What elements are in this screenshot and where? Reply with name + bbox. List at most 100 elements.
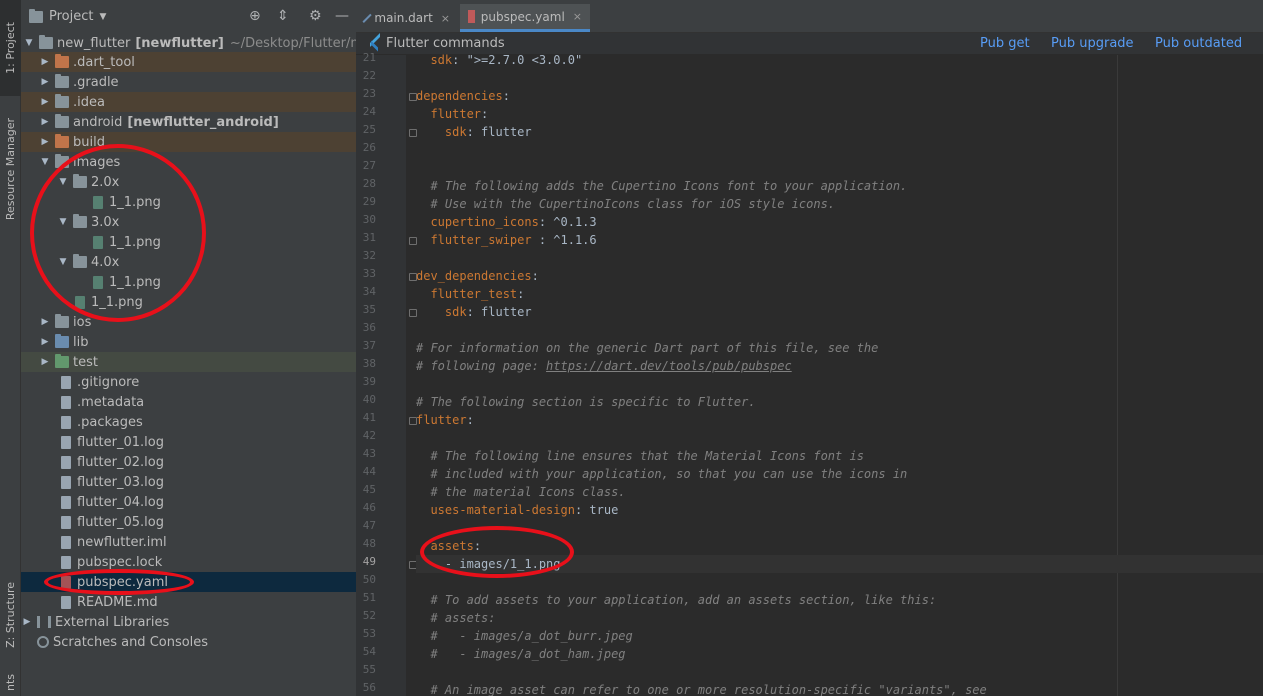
chevron-right-icon[interactable]: ▶ xyxy=(39,317,51,327)
structure-tool-tab[interactable]: Z: Structure xyxy=(0,562,21,668)
tree-item-3x[interactable]: ▼ 3.0x xyxy=(21,212,356,232)
folder-icon xyxy=(73,174,87,188)
close-icon[interactable]: × xyxy=(441,12,450,25)
tree-item-android[interactable]: ▶ android [newflutter_android] xyxy=(21,112,356,132)
code-line: flutter_test: xyxy=(430,287,525,301)
tree-item-dart-tool[interactable]: ▶ .dart_tool xyxy=(21,52,356,72)
code-line: cupertino_icons: ^0.1.3 xyxy=(430,215,597,229)
resource-manager-tool-tab[interactable]: Resource Manager xyxy=(0,104,21,234)
file-icon xyxy=(61,415,71,429)
project-view-selector[interactable]: Project xyxy=(49,9,93,24)
chevron-right-icon[interactable]: ▶ xyxy=(39,337,51,347)
file-icon xyxy=(61,475,71,489)
close-icon[interactable]: × xyxy=(573,10,582,23)
tree-item-ios[interactable]: ▶ ios xyxy=(21,312,356,332)
gear-icon[interactable]: ⚙ xyxy=(309,8,322,24)
tree-item-3x-png[interactable]: 1_1.png xyxy=(21,232,356,252)
chevron-down-icon[interactable]: ▼ xyxy=(57,257,69,267)
tree-item-iml[interactable]: newflutter.iml xyxy=(21,532,356,552)
line-number: 55 xyxy=(362,663,376,676)
tree-item-test[interactable]: ▶ test xyxy=(21,352,356,372)
code-line: # To add assets to your application, add… xyxy=(430,593,937,607)
tree-item-log-02[interactable]: flutter_02.log xyxy=(21,452,356,472)
tree-item-log-05[interactable]: flutter_05.log xyxy=(21,512,356,532)
tree-item-gitignore[interactable]: .gitignore xyxy=(21,372,356,392)
tab-pubspec-yaml[interactable]: pubspec.yaml × xyxy=(460,4,590,32)
code-line: # assets: xyxy=(430,611,496,625)
code-line: # included with your application, so tha… xyxy=(430,467,908,481)
tree-item-pubspec-yaml[interactable]: pubspec.yaml xyxy=(21,572,356,592)
code-line: # Use with the CupertinoIcons class for … xyxy=(430,197,836,211)
folder-icon xyxy=(73,214,87,228)
chevron-down-icon[interactable]: ▼ xyxy=(57,217,69,227)
chevron-right-icon[interactable]: ▶ xyxy=(39,137,51,147)
chevron-right-icon[interactable]: ▶ xyxy=(21,617,33,627)
folder-icon xyxy=(55,314,69,328)
line-number: 56 xyxy=(362,681,376,694)
tree-item-idea[interactable]: ▶ .idea xyxy=(21,92,356,112)
tree-item-2x-png[interactable]: 1_1.png xyxy=(21,192,356,212)
pubspec-docs-link[interactable]: https://dart.dev/tools/pub/pubspec xyxy=(546,359,792,373)
code-line: # The following line ensures that the Ma… xyxy=(430,449,864,463)
chevron-right-icon[interactable]: ▶ xyxy=(39,117,51,127)
collapse-icon[interactable]: ⇕ xyxy=(277,8,289,24)
tree-item-external-libraries[interactable]: ▶ External Libraries xyxy=(21,612,356,632)
pub-get-link[interactable]: Pub get xyxy=(980,36,1030,51)
tree-item-scratches[interactable]: Scratches and Consoles xyxy=(21,632,356,652)
tree-item-4x[interactable]: ▼ 4.0x xyxy=(21,252,356,272)
code-line: assets: xyxy=(430,539,482,553)
chevron-down-icon[interactable]: ▼ xyxy=(57,177,69,187)
line-number: 49 xyxy=(362,555,376,568)
chevron-right-icon[interactable]: ▶ xyxy=(39,97,51,107)
tool-window-strip: 1: Project Resource Manager Z: Structure… xyxy=(0,0,21,696)
minimize-icon[interactable]: — xyxy=(335,8,349,24)
excluded-folder-icon xyxy=(55,54,69,68)
chevron-down-icon[interactable]: ▼ xyxy=(99,12,106,22)
tree-item-readme[interactable]: README.md xyxy=(21,592,356,612)
pub-upgrade-link[interactable]: Pub upgrade xyxy=(1051,36,1134,51)
line-number: 35 xyxy=(362,303,376,316)
tree-item-pubspec-lock[interactable]: pubspec.lock xyxy=(21,552,356,572)
tree-item-images-png[interactable]: 1_1.png xyxy=(21,292,356,312)
flutter-logo-icon xyxy=(368,38,380,50)
line-number: 54 xyxy=(362,645,376,658)
tree-item-log-03[interactable]: flutter_03.log xyxy=(21,472,356,492)
tree-item-2x[interactable]: ▼ 2.0x xyxy=(21,172,356,192)
tree-item-lib[interactable]: ▶ lib xyxy=(21,332,356,352)
chevron-down-icon[interactable]: ▼ xyxy=(23,38,35,48)
chevron-right-icon[interactable]: ▶ xyxy=(39,57,51,67)
code-line: # following page: https://dart.dev/tools… xyxy=(416,359,792,373)
tab-main-dart[interactable]: main.dart × xyxy=(358,4,458,32)
tree-item-build[interactable]: ▶ build xyxy=(21,132,356,152)
chevron-down-icon[interactable]: ▼ xyxy=(39,157,51,167)
image-file-icon xyxy=(93,235,103,249)
tree-item-log-01[interactable]: flutter_01.log xyxy=(21,432,356,452)
tree-item-gradle[interactable]: ▶ .gradle xyxy=(21,72,356,92)
tree-item-log-04[interactable]: flutter_04.log xyxy=(21,492,356,512)
line-number: 37 xyxy=(362,339,376,352)
chevron-right-icon[interactable]: ▶ xyxy=(39,77,51,87)
tree-item-root[interactable]: ▼ new_flutter [newflutter] ~/Desktop/Flu… xyxy=(21,33,356,53)
folder-icon xyxy=(73,254,87,268)
folder-icon xyxy=(39,35,53,49)
code-editor[interactable]: sdk: ">=2.7.0 <3.0.0" dependencies: flut… xyxy=(416,53,1263,696)
image-file-icon xyxy=(93,195,103,209)
tree-item-images[interactable]: ▼ images xyxy=(21,152,356,172)
target-icon[interactable]: ⊕ xyxy=(249,8,261,24)
line-number: 33 xyxy=(362,267,376,280)
project-panel: Project ▼ ⊕ ⇕ ⚙ — ▼ new_flutter [newflut… xyxy=(21,0,356,696)
chevron-right-icon[interactable]: ▶ xyxy=(39,357,51,367)
tree-item-metadata[interactable]: .metadata xyxy=(21,392,356,412)
code-line: # For information on the generic Dart pa… xyxy=(416,341,879,355)
tree-item-packages[interactable]: .packages xyxy=(21,412,356,432)
line-number: 46 xyxy=(362,501,376,514)
line-number: 50 xyxy=(362,573,376,586)
file-icon xyxy=(61,395,71,409)
project-tool-tab[interactable]: 1: Project xyxy=(0,0,21,96)
pub-outdated-link[interactable]: Pub outdated xyxy=(1155,36,1242,51)
tree-item-4x-png[interactable]: 1_1.png xyxy=(21,272,356,292)
project-panel-header: Project ▼ ⊕ ⇕ ⚙ — xyxy=(21,0,356,33)
file-icon xyxy=(61,375,71,389)
code-line: # The following section is specific to F… xyxy=(416,395,756,409)
favorites-tool-tab[interactable]: nts xyxy=(0,670,21,696)
